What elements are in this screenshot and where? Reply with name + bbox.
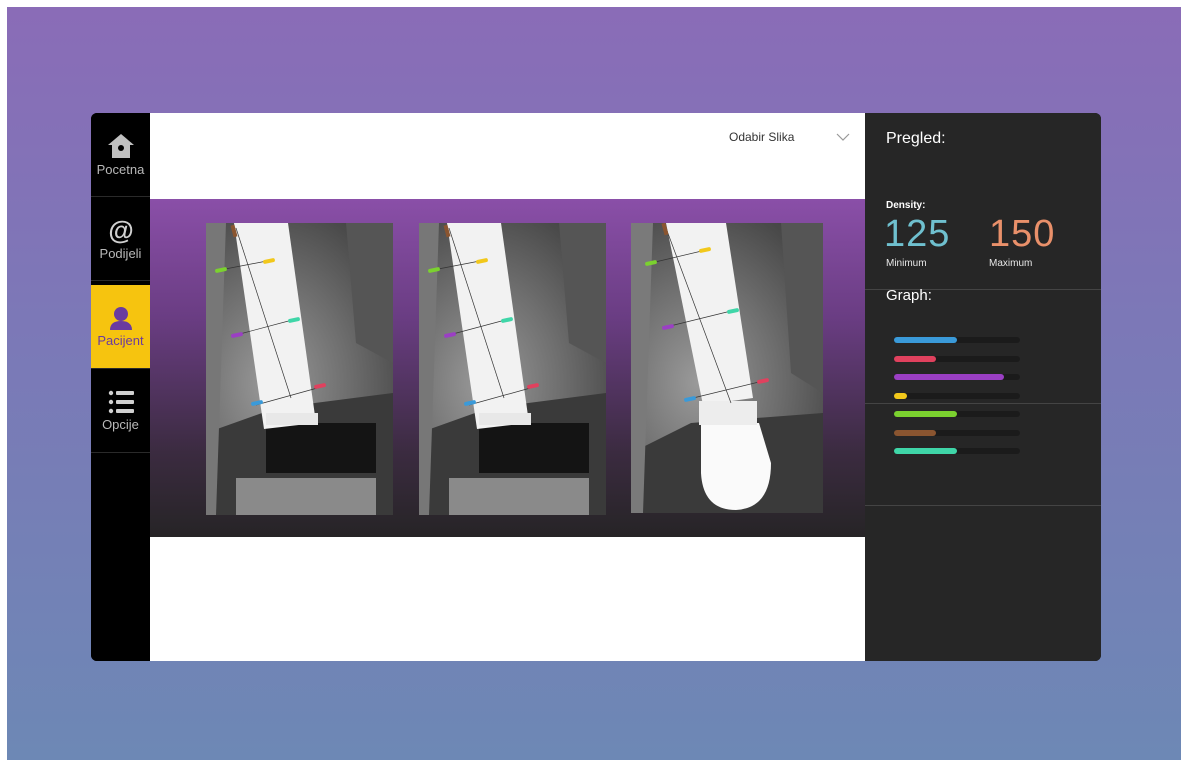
- density-max-label: Maximum: [989, 258, 1033, 269]
- home-icon: [107, 134, 134, 158]
- panel-title: Pregled:: [886, 130, 946, 147]
- dropdown-label: Odabir Slika: [729, 130, 795, 144]
- sidebar-item-label: Pacijent: [97, 333, 144, 348]
- sidebar-item-label: Opcije: [102, 417, 139, 432]
- sidebar-item-label: Pocetna: [96, 162, 145, 177]
- xray-image[interactable]: [419, 223, 606, 515]
- main-content: Odabir Slika: [150, 113, 865, 661]
- graph-bar: [894, 355, 936, 362]
- density-label: Density:: [886, 200, 926, 211]
- graph-bar-track: [894, 337, 1020, 343]
- density-max-value: 150: [989, 213, 1056, 255]
- xray-image[interactable]: [631, 223, 823, 513]
- density-min-value: 125: [884, 213, 951, 255]
- graph-bar: [894, 448, 957, 454]
- image-select-dropdown[interactable]: Odabir Slika: [718, 130, 858, 150]
- graph-bar: [894, 337, 957, 343]
- user-icon: [109, 307, 132, 330]
- at-icon: @: [108, 216, 133, 244]
- graph-bar-track: [894, 355, 1020, 362]
- sidebar-item-opcije[interactable]: Opcije: [91, 369, 150, 453]
- density-min-label: Minimum: [886, 258, 927, 269]
- graph-bar-track: [894, 374, 1020, 380]
- sidebar-item-podijeli[interactable]: @ Podijeli: [91, 197, 150, 281]
- graph-bar: [894, 429, 936, 436]
- graph-bar-track: [894, 392, 1020, 399]
- sidebar: Pocetna @ Podijeli Pacijent Opcije: [91, 113, 150, 661]
- list-icon: [108, 390, 134, 414]
- overview-panel: Pregled: Density: 125 150 Minimum Maximu…: [865, 113, 1101, 661]
- graph-bar: [894, 374, 1004, 380]
- chevron-down-icon: [836, 133, 850, 141]
- divider: [865, 505, 1101, 506]
- graph-title: Graph:: [886, 287, 932, 304]
- sidebar-item-pocetna[interactable]: Pocetna: [91, 113, 150, 197]
- graph-bar-track: [894, 448, 1020, 454]
- sidebar-item-pacijent[interactable]: Pacijent: [91, 285, 150, 369]
- graph-bar: [894, 411, 957, 417]
- app-window: Pocetna @ Podijeli Pacijent Opcije Odabi…: [91, 113, 1101, 661]
- graph-bar-track: [894, 429, 1020, 436]
- graph-bar: [894, 392, 907, 399]
- svg-text:@: @: [108, 216, 133, 244]
- graph-bar-track: [894, 411, 1020, 417]
- xray-image[interactable]: [206, 223, 393, 515]
- divider: [865, 403, 1101, 404]
- sidebar-item-label: Podijeli: [99, 246, 142, 261]
- image-gallery: [150, 199, 865, 537]
